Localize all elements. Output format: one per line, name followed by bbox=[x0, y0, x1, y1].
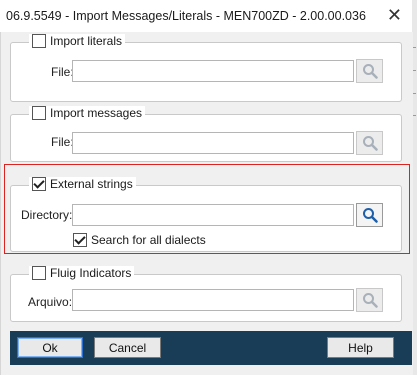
cancel-button[interactable]: Cancel bbox=[94, 337, 161, 358]
magnifier-icon bbox=[362, 293, 378, 308]
literals-file-label: File: bbox=[51, 65, 74, 79]
literals-file-input[interactable] bbox=[72, 60, 354, 82]
fluig-indicators-group: Fluig Indicators Arquivo: bbox=[10, 266, 402, 322]
fluig-indicators-label: Fluig Indicators bbox=[50, 266, 132, 280]
close-icon[interactable]: ✕ bbox=[387, 5, 402, 25]
import-literals-checkbox[interactable] bbox=[32, 34, 46, 48]
import-messages-group: Import messages File: bbox=[10, 106, 402, 162]
import-messages-checkbox[interactable] bbox=[32, 106, 46, 120]
help-button[interactable]: Help bbox=[327, 337, 394, 358]
fluig-indicators-checkbox[interactable] bbox=[32, 266, 46, 280]
import-messages-label: Import messages bbox=[50, 106, 143, 120]
title-bar: 06.9.5549 - Import Messages/Literals - M… bbox=[0, 0, 412, 32]
arquivo-search-button[interactable] bbox=[356, 288, 383, 312]
highlight-box bbox=[4, 164, 410, 254]
ok-button[interactable]: Ok bbox=[17, 337, 83, 358]
magnifier-icon bbox=[362, 64, 378, 79]
arquivo-label: Arquivo: bbox=[28, 295, 73, 309]
import-literals-label: Import literals bbox=[50, 34, 123, 48]
magnifier-icon bbox=[362, 136, 378, 151]
messages-file-label: File: bbox=[51, 135, 74, 149]
import-literals-group: Import literals File: bbox=[10, 34, 402, 102]
window-title: 06.9.5549 - Import Messages/Literals - M… bbox=[6, 9, 366, 23]
arquivo-input[interactable] bbox=[72, 289, 354, 311]
literals-search-button[interactable] bbox=[356, 59, 383, 83]
messages-file-input[interactable] bbox=[72, 132, 354, 154]
messages-search-button[interactable] bbox=[356, 131, 383, 155]
